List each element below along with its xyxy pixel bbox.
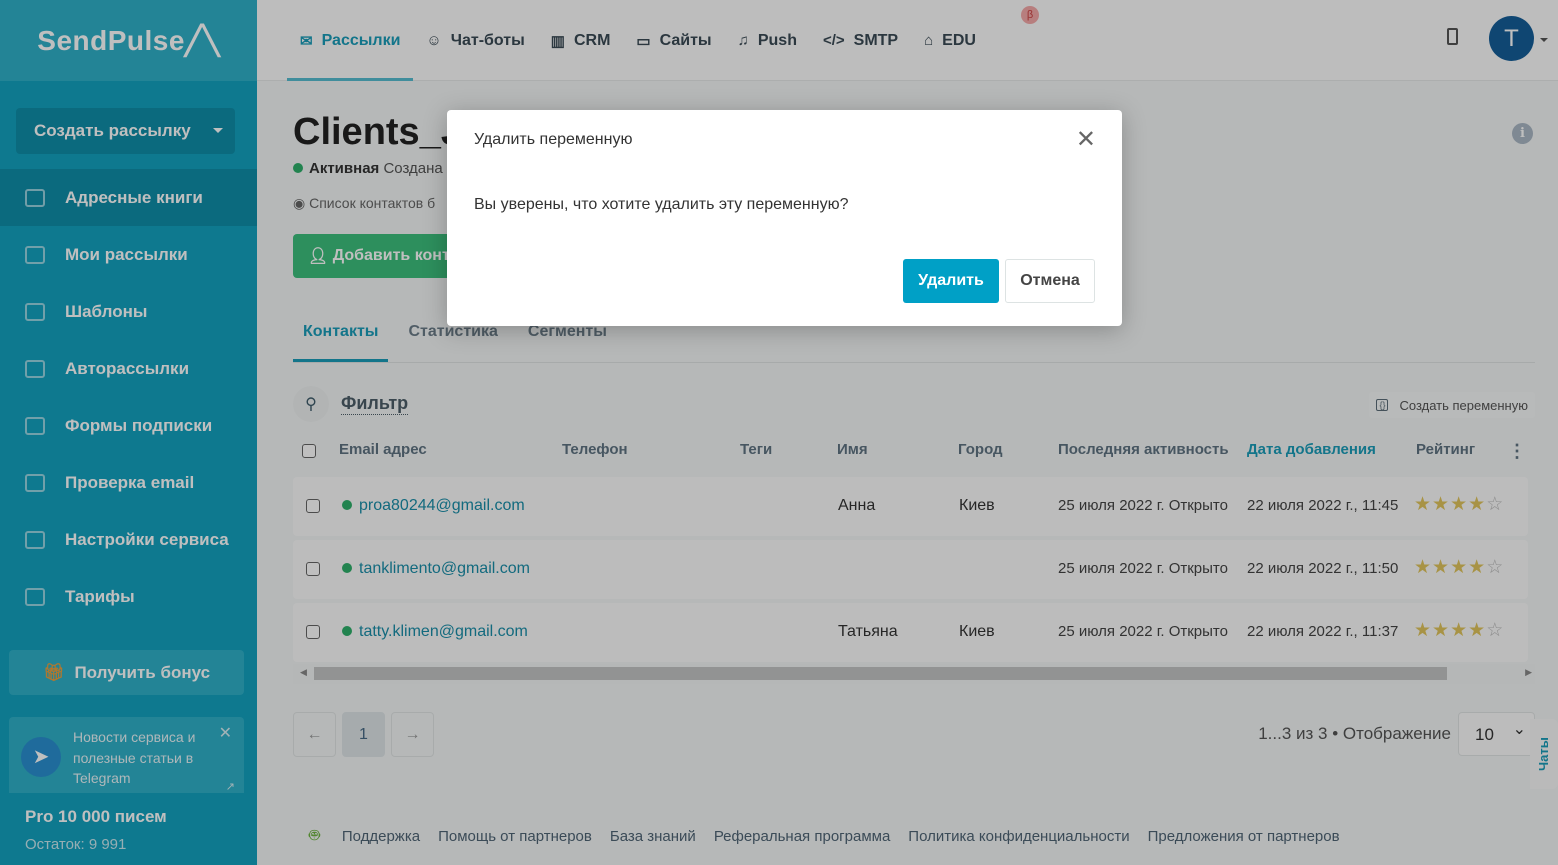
cancel-button[interactable]: Отмена (1005, 259, 1095, 303)
close-icon[interactable]: ✕ (1076, 125, 1096, 154)
delete-button[interactable]: Удалить (903, 259, 999, 303)
dialog-message: Вы уверены, что хотите удалить эту перем… (474, 196, 849, 213)
delete-variable-dialog: Удалить переменную ✕ Вы уверены, что хот… (447, 110, 1122, 326)
dialog-title: Удалить переменную (474, 131, 633, 148)
